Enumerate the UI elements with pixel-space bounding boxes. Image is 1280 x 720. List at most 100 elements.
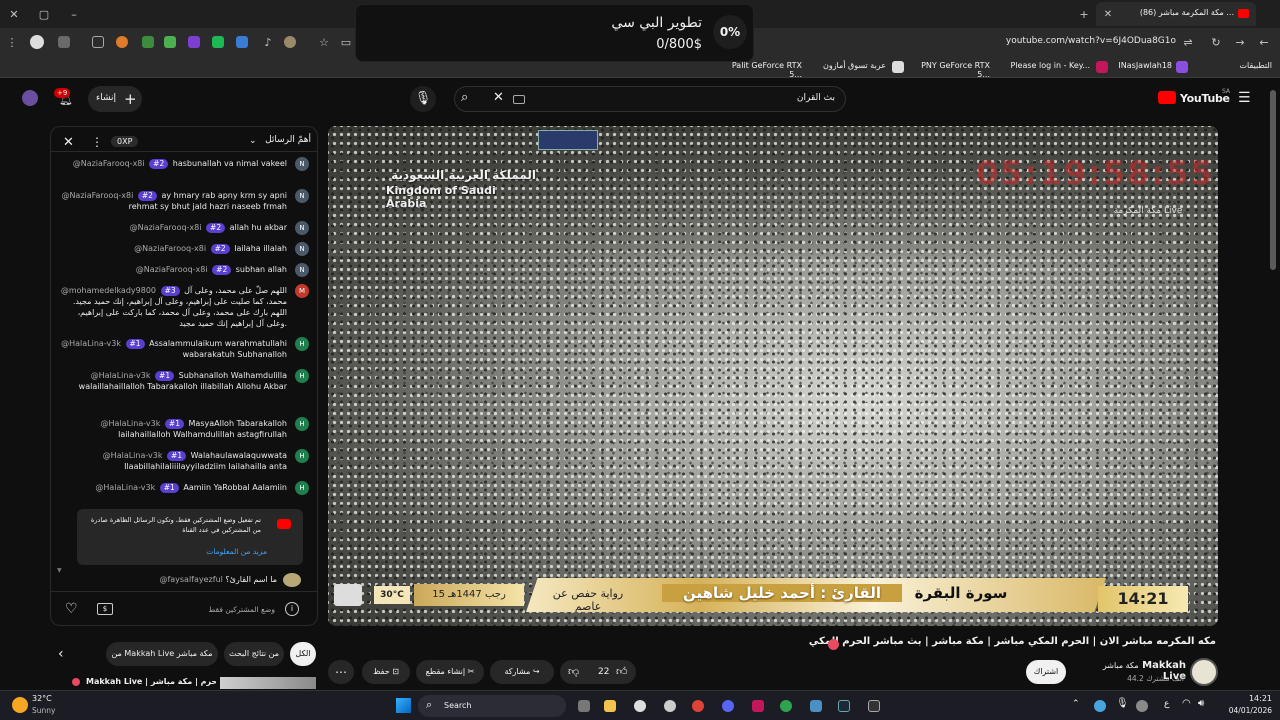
chrome-icon[interactable] <box>692 700 704 712</box>
bookmark-item[interactable]: عربة تسوق أمازون <box>820 61 886 70</box>
hamburger-menu-icon[interactable]: ☰ <box>1238 90 1251 106</box>
chat-avatar[interactable]: M <box>295 284 309 298</box>
search-input[interactable]: بث القران <box>655 93 835 103</box>
bookmark-item[interactable]: PNY GeForce RTX 5... <box>906 61 990 79</box>
chat-avatar[interactable]: N <box>295 157 309 171</box>
mic-tray-icon[interactable]: 🎙︎ <box>1116 698 1129 709</box>
minimize-icon[interactable]: – <box>66 6 82 22</box>
chip-all[interactable]: الكل <box>290 642 316 666</box>
discord-icon[interactable] <box>722 700 734 712</box>
account-avatar[interactable] <box>22 90 38 106</box>
tray-expand-icon[interactable]: ⌃ <box>1072 699 1080 709</box>
app-icon[interactable] <box>634 700 646 712</box>
weather-sun-icon[interactable] <box>12 697 28 713</box>
chat-username[interactable]: @NaziaFarooq-x8i <box>61 191 133 200</box>
subscribe-button[interactable]: اشتراك <box>1026 660 1066 684</box>
tray-icon[interactable] <box>1136 700 1148 712</box>
chip-search-results[interactable]: من نتائج البحث <box>224 642 284 666</box>
menu-icon[interactable]: ⋮ <box>4 34 20 50</box>
extension-icon[interactable] <box>236 36 248 48</box>
channel-avatar[interactable] <box>1190 658 1218 686</box>
like-icon[interactable]: 👍︎ <box>616 665 628 678</box>
clip-button[interactable]: إنشاء مقطع ✂ <box>416 660 484 684</box>
bookmark-apps[interactable]: التطبيقات <box>1200 61 1272 70</box>
windows-start-icon[interactable] <box>396 698 411 713</box>
chip-channel[interactable]: من Makkah Live مكة مباشر <box>106 642 218 666</box>
scroll-down-icon[interactable]: ▼ <box>57 567 65 575</box>
chat-avatar[interactable]: N <box>295 221 309 235</box>
chat-avatar[interactable]: N <box>295 189 309 203</box>
chat-filter-dropdown[interactable]: أهمّ الرسائل <box>247 135 311 145</box>
browser-icon[interactable] <box>780 700 792 712</box>
file-explorer-icon[interactable] <box>604 700 616 712</box>
recommendation-thumbnail[interactable] <box>220 677 316 689</box>
recommendation-title[interactable]: Makkah Live | الحرم | مكة مباشر <box>86 677 216 686</box>
super-chat-icon[interactable]: $ <box>97 603 113 615</box>
chat-username[interactable]: @mohamedelkady9800 <box>61 286 156 295</box>
dislike-icon[interactable]: 👎︎ <box>568 665 579 678</box>
app-icon[interactable] <box>810 700 822 712</box>
youtube-logo-icon[interactable] <box>1158 91 1176 104</box>
cast-icon[interactable]: ▭ <box>338 34 354 50</box>
page-scrollbar[interactable] <box>1270 90 1276 270</box>
search-icon[interactable]: ⌕ <box>461 90 468 105</box>
chat-username[interactable]: @HalaLina-v3k <box>103 451 163 460</box>
chips-prev-icon[interactable]: ‹ <box>58 646 64 662</box>
chat-avatar[interactable]: N <box>295 242 309 256</box>
bookmark-star-icon[interactable]: ☆ <box>316 34 332 50</box>
chat-avatar[interactable]: H <box>295 481 309 495</box>
chat-username[interactable]: @NaziaFarooq-x8i <box>73 159 145 168</box>
video-player[interactable]: المملكة العربية السعودية Kingdom of Saud… <box>328 126 1218 626</box>
create-button[interactable]: إنشاء + <box>88 86 142 112</box>
kick-extension-icon[interactable] <box>212 36 224 48</box>
like-heart-icon[interactable]: ♡ <box>65 601 78 617</box>
input-language[interactable]: ع <box>1164 699 1169 709</box>
chat-avatar[interactable]: H <box>295 449 309 463</box>
xp-badge[interactable]: 0XP <box>111 136 139 147</box>
profile-avatar[interactable] <box>30 35 44 49</box>
taskbar-search-box[interactable]: ⌕ Search <box>418 695 566 717</box>
extension-icon[interactable] <box>142 36 154 48</box>
chat-avatar[interactable]: N <box>295 263 309 277</box>
wifi-icon[interactable]: ◠ <box>1182 698 1191 709</box>
extension-icon[interactable] <box>164 36 176 48</box>
close-chat-icon[interactable]: ✕ <box>63 135 74 150</box>
tray-icon[interactable] <box>1094 700 1106 712</box>
chat-username[interactable]: @HalaLina-v3k <box>101 419 161 428</box>
learn-more-link[interactable]: مزيد من المعلومات <box>177 547 267 556</box>
chat-avatar[interactable]: H <box>295 417 309 431</box>
new-tab-icon[interactable]: + <box>1076 6 1092 22</box>
reload-icon[interactable]: ↻ <box>1208 34 1224 50</box>
mic-icon[interactable]: 🎙︎ <box>410 86 436 112</box>
speaker-icon[interactable]: ♪ <box>260 34 276 50</box>
extension-icon[interactable] <box>116 36 128 48</box>
chat-username[interactable]: @HalaLina-v3k <box>91 371 151 380</box>
share-button[interactable]: مشاركة ↪ <box>490 660 554 684</box>
chat-username[interactable]: @HalaLina-v3k <box>61 339 121 348</box>
search-box[interactable]: ⌕ ✕ بث القران <box>454 86 846 112</box>
maximize-icon[interactable]: ▢ <box>36 6 52 22</box>
close-tab-icon[interactable]: ✕ <box>1100 6 1116 22</box>
chat-username[interactable]: @NaziaFarooq-x8i <box>136 265 208 274</box>
extension-icon[interactable] <box>58 36 70 48</box>
active-tab[interactable]: ✕ (86) مكة المكرمة مباشر ... <box>1096 2 1256 26</box>
extension-icon[interactable] <box>284 36 296 48</box>
chat-username[interactable]: @NaziaFarooq-x8i <box>130 223 202 232</box>
keyboard-icon[interactable] <box>513 95 525 104</box>
bookmark-item[interactable]: INasJawlah18 <box>1112 61 1172 70</box>
site-info-icon[interactable]: ⇌ <box>1180 34 1196 50</box>
steam-icon[interactable] <box>838 700 850 712</box>
chevron-down-icon[interactable]: ⌄ <box>249 136 257 146</box>
clock-time[interactable]: 14:21 <box>1220 694 1272 703</box>
back-icon[interactable]: ← <box>1256 34 1272 50</box>
chat-menu-icon[interactable]: ⋮ <box>91 135 103 149</box>
chat-avatar[interactable]: H <box>295 337 309 351</box>
settings-icon[interactable] <box>664 700 676 712</box>
chat-username[interactable]: @NaziaFarooq-x8i <box>134 244 206 253</box>
close-window-icon[interactable]: ✕ <box>6 6 22 22</box>
chat-avatar[interactable]: H <box>295 369 309 383</box>
chat-username[interactable]: @HalaLina-v3k <box>95 483 155 492</box>
bookmark-item[interactable]: Palit GeForce RTX 5... <box>722 61 802 79</box>
clear-search-icon[interactable]: ✕ <box>493 90 504 105</box>
extension-icon[interactable] <box>92 36 104 48</box>
